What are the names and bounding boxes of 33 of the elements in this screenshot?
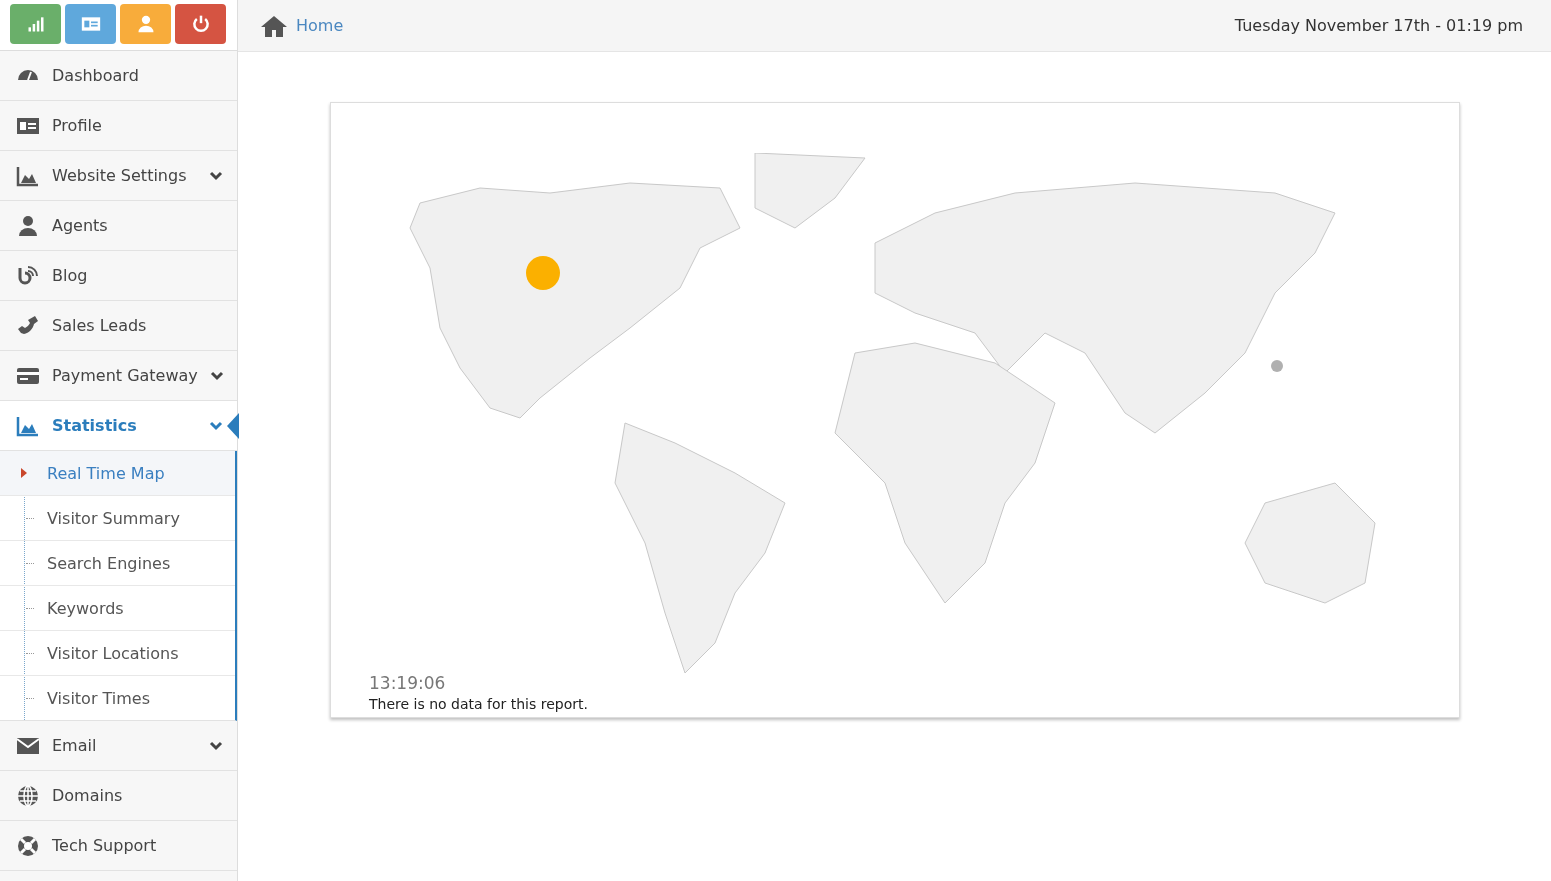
sidebar-item[interactable]: Website Settings: [0, 151, 237, 201]
sidebar-item[interactable]: Profile: [0, 101, 237, 151]
sidebar-item[interactable]: Sales Leads: [0, 301, 237, 351]
sidebar-item[interactable]: Statistics: [0, 401, 237, 451]
sidebar-item[interactable]: Domains: [0, 771, 237, 821]
quick-action-button[interactable]: [175, 4, 226, 44]
submenu-item[interactable]: Visitor Summary: [0, 496, 235, 541]
submenu-item[interactable]: Real Time Map: [0, 451, 235, 496]
quick-action-button[interactable]: [120, 4, 171, 44]
sidebar-item[interactable]: Email: [0, 721, 237, 771]
home-icon: [260, 13, 288, 38]
report-time: 13:19:06: [369, 673, 446, 693]
globe-icon: [16, 783, 40, 808]
sidebar-item[interactable]: Agents: [0, 201, 237, 251]
quick-action-button[interactable]: [10, 4, 61, 44]
map-marker: [1271, 360, 1283, 372]
submenu-item[interactable]: Visitor Locations: [0, 631, 235, 676]
sidebar-item[interactable]: Blog: [0, 251, 237, 301]
quick-action-button[interactable]: [65, 4, 116, 44]
map-marker: [526, 256, 560, 290]
submenu-item[interactable]: Keywords: [0, 586, 235, 631]
sidebar-item[interactable]: Dashboard: [0, 51, 237, 101]
user-icon: [16, 213, 40, 238]
date-time: Tuesday November 17th - 01:19 pm: [1234, 16, 1523, 35]
no-data-message: There is no data for this report.: [369, 696, 588, 712]
power-icon: [190, 14, 211, 34]
lifebuoy-icon: [16, 833, 40, 858]
sidebar-item[interactable]: Tech Support: [0, 821, 237, 871]
submenu-item[interactable]: Search Engines: [0, 541, 235, 586]
caret-right-icon: [21, 468, 27, 478]
active-pointer-icon: [227, 413, 239, 439]
submenu-item[interactable]: Visitor Times: [0, 676, 235, 720]
id-card-icon: [80, 14, 101, 34]
